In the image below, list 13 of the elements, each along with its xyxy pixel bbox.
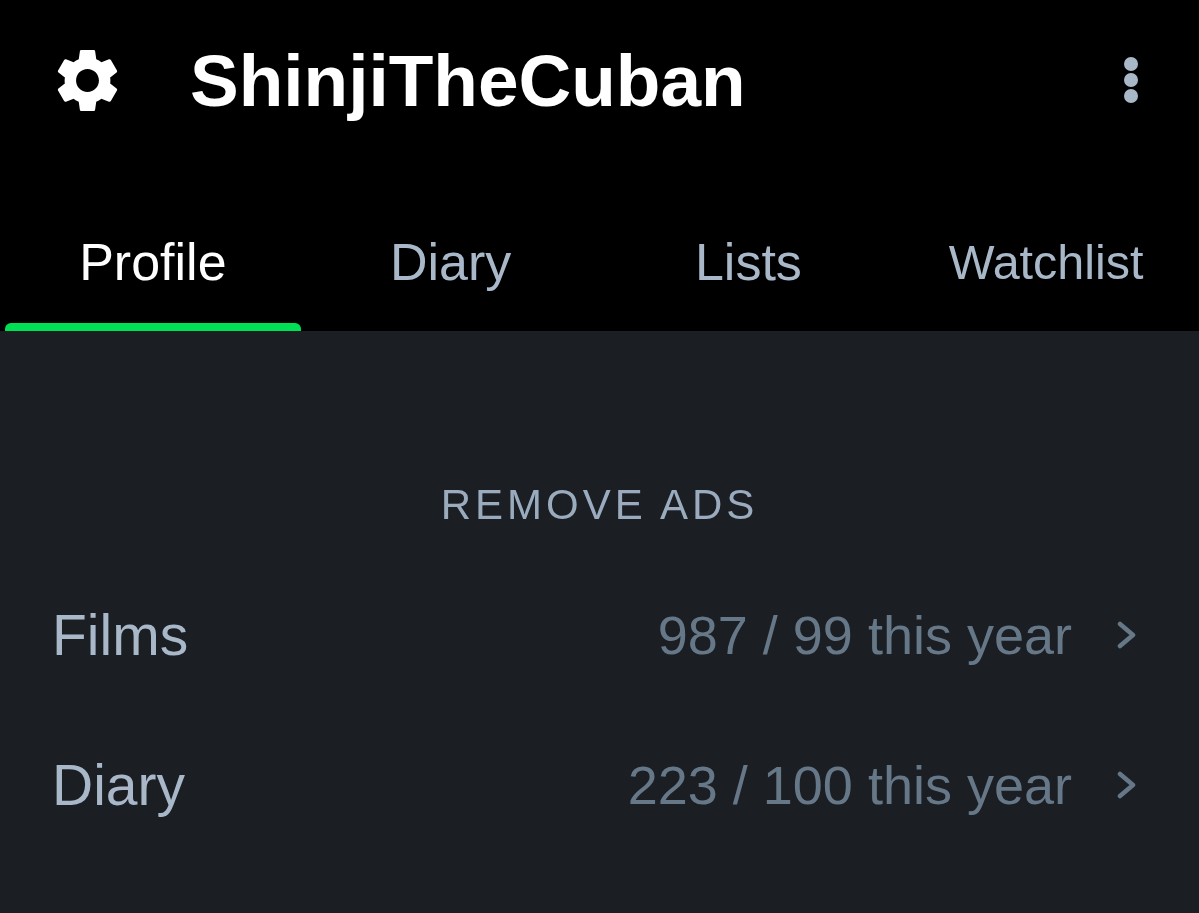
settings-icon[interactable]: [57, 49, 118, 111]
chevron-right-icon[interactable]: [1117, 771, 1137, 799]
tab[interactable]: Diary: [302, 160, 599, 331]
chevron-right-icon[interactable]: [1117, 621, 1137, 649]
tab[interactable]: Profile: [5, 160, 301, 331]
stat-label[interactable]: Films: [52, 602, 658, 668]
tab[interactable]: Lists: [600, 160, 897, 331]
remove-ads-button[interactable]: REMOVE ADS: [420, 450, 779, 560]
tab[interactable]: Watchlist: [898, 160, 1194, 331]
stat-value: 223 / 100 this year: [627, 754, 1072, 816]
stat-value: 987 / 99 this year: [657, 604, 1072, 666]
stat-label[interactable]: Diary: [52, 752, 628, 818]
more-options-icon[interactable]: [1123, 56, 1139, 104]
